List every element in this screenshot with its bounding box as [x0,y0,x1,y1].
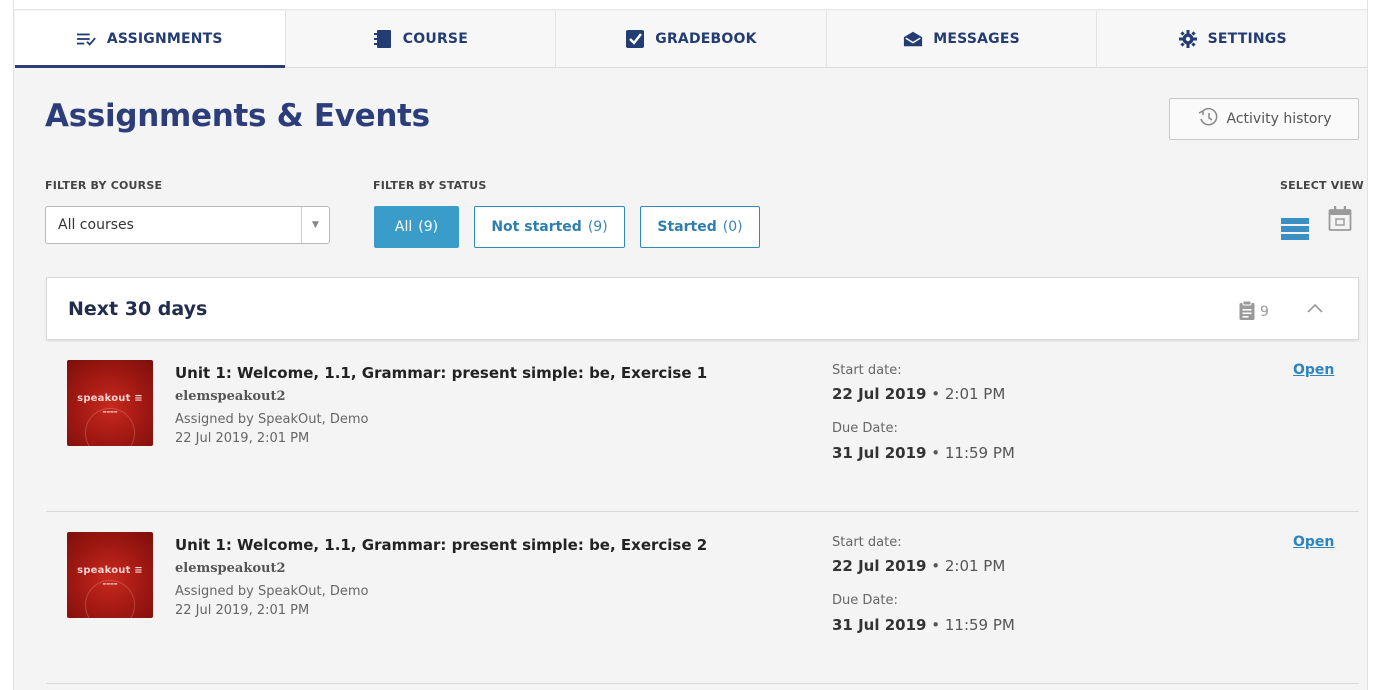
thumbnail-sub: ▬▬▬▬ [102,409,118,414]
assigned-by: Assigned by SpeakOut, Demo [175,584,369,599]
envelope-icon [903,29,923,49]
start-date-value: 22 Jul 2019 • 2:01 PM [832,385,1005,403]
status-count: (0) [722,219,743,235]
status-label: Started [657,219,717,235]
due-time: • 11:59 PM [926,444,1015,462]
window-right-edge [1367,0,1381,690]
open-assignment-link[interactable]: Open [1293,362,1334,378]
gear-icon [1178,29,1198,49]
tab-assignments[interactable]: ASSIGNMENTS [15,11,286,68]
tab-settings[interactable]: SETTINGS [1097,11,1367,67]
tab-label: SETTINGS [1207,31,1287,47]
assignment-course: elemspeakout2 [175,561,286,576]
history-clock-icon [1197,107,1219,131]
tab-label: GRADEBOOK [655,31,757,47]
due-time: • 11:59 PM [926,616,1015,634]
filter-by-course-label: FILTER BY COURSE [45,179,163,192]
due-date-value: 31 Jul 2019 • 11:59 PM [832,444,1015,462]
list-view-icon[interactable] [1281,218,1309,244]
dropdown-arrow-icon[interactable]: ▼ [301,207,329,243]
status-filter-started[interactable]: Started (0) [640,206,760,248]
next-30-days-panel-header: Next 30 days 9 [46,277,1359,340]
select-view-label: SELECT VIEW [1280,179,1364,192]
section-count-value: 9 [1260,304,1269,320]
course-filter-select[interactable]: All courses ▼ [45,206,330,244]
top-nav-tabs: ASSIGNMENTS COURSE GRADEBOOK MESSAGES SE… [15,11,1367,68]
assigned-date: 22 Jul 2019, 2:01 PM [175,603,310,618]
due-date-label: Due Date: [832,421,898,436]
tab-label: ASSIGNMENTS [106,31,223,47]
due-date: 31 Jul 2019 [832,616,927,634]
thumbnail-brand: speakout ≡ [77,393,143,404]
tab-label: COURSE [402,31,468,47]
thumbnail-brand: speakout ≡ [77,565,143,576]
due-date-value: 31 Jul 2019 • 11:59 PM [832,616,1015,634]
start-date: 22 Jul 2019 [832,557,927,575]
assignment-title[interactable]: Unit 1: Welcome, 1.1, Grammar: present s… [175,536,707,554]
calendar-view-icon[interactable] [1328,206,1352,236]
section-title: Next 30 days [68,298,208,320]
status-count: (9) [587,219,608,235]
tab-label: MESSAGES [933,31,1020,47]
assigned-by: Assigned by SpeakOut, Demo [175,412,369,427]
collapse-chevron-up-icon[interactable] [1303,296,1327,320]
due-date-label: Due Date: [832,593,898,608]
start-time: • 2:01 PM [926,557,1006,575]
assignment-list-item: speakout ≡ ▬▬▬▬ Unit 1: Welcome, 1.1, Gr… [46,342,1359,512]
thumbnail-sub: ▬▬▬▬ [102,581,118,586]
window-left-edge [0,0,14,690]
course-filter-value: All courses [58,217,134,233]
status-label: Not started [491,219,582,235]
window-top-edge [0,0,1381,10]
start-date-value: 22 Jul 2019 • 2:01 PM [832,557,1005,575]
open-assignment-link[interactable]: Open [1293,534,1334,550]
book-icon [373,29,393,49]
clipboard-icon [1239,300,1255,324]
section-item-count: 9 [1239,300,1269,324]
start-date-label: Start date: [832,535,902,550]
checkbox-icon [625,29,645,49]
status-filter-not-started[interactable]: Not started (9) [474,206,625,248]
main-content: ASSIGNMENTS COURSE GRADEBOOK MESSAGES SE… [15,11,1367,690]
assignments-list-icon [76,29,97,49]
filter-by-status-label: FILTER BY STATUS [373,179,487,192]
tab-messages[interactable]: MESSAGES [827,11,1098,67]
assignment-course: elemspeakout2 [175,389,286,404]
page-title: Assignments & Events [45,98,430,134]
status-label: All [394,219,413,235]
start-time: • 2:01 PM [926,385,1006,403]
assignment-list-item: speakout ≡ ▬▬▬▬ Unit 1: Welcome, 1.1, Gr… [46,514,1359,684]
assignment-title[interactable]: Unit 1: Welcome, 1.1, Grammar: present s… [175,364,707,382]
start-date: 22 Jul 2019 [832,385,927,403]
course-thumbnail[interactable]: speakout ≡ ▬▬▬▬ [67,360,153,446]
status-count: (9) [418,219,439,235]
start-date-label: Start date: [832,363,902,378]
tab-course[interactable]: COURSE [286,11,557,67]
status-filter-all[interactable]: All (9) [374,206,459,248]
tab-gradebook[interactable]: GRADEBOOK [556,11,827,67]
app-frame: ASSIGNMENTS COURSE GRADEBOOK MESSAGES SE… [0,0,1381,690]
course-thumbnail[interactable]: speakout ≡ ▬▬▬▬ [67,532,153,618]
due-date: 31 Jul 2019 [832,444,927,462]
activity-history-button[interactable]: Activity history [1169,98,1359,140]
assigned-date: 22 Jul 2019, 2:01 PM [175,431,310,446]
activity-history-label: Activity history [1226,111,1332,127]
